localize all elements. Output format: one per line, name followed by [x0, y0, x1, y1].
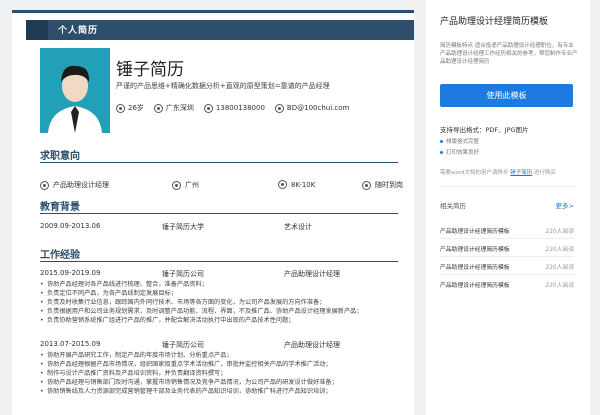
resume-header-label: 个人简历	[58, 26, 99, 36]
header-tab	[26, 20, 48, 40]
word-doc-hint: 需要word文档的用户请移步 锤子简历 进行购买	[440, 168, 556, 176]
job-role: 产品助理设计经理	[284, 270, 340, 278]
work-title: 工作经验	[40, 250, 80, 261]
resume-name: 锤子简历	[116, 60, 184, 80]
person-icon	[48, 65, 102, 133]
list-item: 协助产品经理与销售部门及时沟通，掌握市场销售情况及竞争产品情况，为公司产品的研发…	[40, 378, 400, 387]
section-divider	[40, 213, 398, 214]
job-company: 锤子简历公司	[162, 270, 204, 278]
hint-prefix: 需要word文档的用户请移步	[440, 170, 509, 176]
list-item: 制作与设计产品推广资料及产品培训资料，并负责翻译资料撰写；	[40, 369, 400, 378]
phone-item: 13800138000	[203, 103, 265, 113]
related-item-views: 220人阅读	[545, 229, 574, 235]
job-bullets: 协助产品经理对各产品线进行梳理、整合，准备产品资料； 负责定位不同产品，为各产品…	[40, 280, 400, 325]
location-text: 广东深圳	[165, 104, 194, 112]
sidebar-divider	[440, 186, 576, 187]
resume-header-bar: 个人简历	[26, 20, 414, 40]
job-role: 产品助理设计经理	[284, 341, 340, 349]
intent-city: 广州	[172, 180, 199, 190]
job-period: 2013.07-2015.09	[40, 340, 101, 348]
resume-preview: 个人简历 锤子简历 严谨的产品思维+精确化数据分析+直观的原型策划=靠谱的产品经…	[12, 10, 414, 415]
intent-salary: 8K-10K	[278, 180, 315, 189]
template-title: 产品助理设计经理简历模板	[440, 17, 549, 27]
related-item[interactable]: 产品助理设计经理简历模板 220人阅读	[440, 226, 574, 235]
related-item-title: 产品助理设计经理简历模板	[440, 283, 510, 289]
list-divider	[440, 256, 574, 257]
intent-position-text: 产品助理设计经理	[53, 181, 109, 189]
location-icon	[153, 103, 163, 113]
location-item: 广东深圳	[153, 103, 194, 113]
list-divider	[440, 238, 574, 239]
related-item[interactable]: 产品助理设计经理简历模板 220人阅读	[440, 262, 574, 271]
list-item: 协助产品经理根据产品市场情况，组织国家级重点学术活动推广，审批并监控相关产品的学…	[40, 360, 400, 369]
job-company: 锤子简历公司	[162, 341, 204, 349]
intent-city-text: 广州	[185, 181, 199, 189]
feature-item: 排版格式完整	[440, 137, 479, 145]
phone-text: 13800138000	[215, 104, 265, 112]
phone-icon	[203, 103, 213, 113]
email-icon	[274, 103, 284, 113]
contact-info-row: 26岁 广东深圳 13800138000 BD@100chui.com	[116, 103, 349, 113]
avatar	[40, 48, 110, 133]
person-icon	[116, 103, 125, 113]
bullet-dot-icon	[440, 139, 443, 143]
location-icon	[172, 180, 181, 190]
template-description: 简历模板特点 适合投递产品助理设计经理职位，有专业产品助理设计经理工作经历相关的…	[440, 43, 578, 65]
related-item-title: 产品助理设计经理简历模板	[440, 229, 510, 235]
hint-link[interactable]: 锤子简历	[510, 170, 532, 176]
intent-position: 产品助理设计经理	[40, 180, 109, 190]
related-item[interactable]: 产品助理设计经理简历模板 220人阅读	[440, 280, 574, 289]
related-item-views: 220人阅读	[545, 265, 574, 271]
education-period: 2009.09-2013.06	[40, 222, 101, 230]
related-header: 相关简历 更多>	[440, 200, 574, 210]
briefcase-icon	[40, 180, 49, 190]
related-title: 相关简历	[440, 202, 466, 210]
hint-suffix: 进行购买	[534, 170, 557, 176]
clock-icon	[362, 180, 371, 190]
bullet-dot-icon	[440, 150, 443, 154]
salary-icon	[278, 180, 287, 189]
resume-tagline: 严谨的产品思维+精确化数据分析+直观的原型策划=靠谱的产品经理	[116, 82, 330, 90]
feature-text: 排版格式完整	[446, 139, 480, 145]
intent-availability: 随时到岗	[362, 180, 403, 190]
related-item-views: 220人阅读	[545, 283, 574, 289]
related-item-views: 220人阅读	[545, 247, 574, 253]
job-period: 2015.09-2019.09	[40, 269, 101, 277]
list-item: 负责及时收集行业信息，跟踪国内外同行技术、市场等各方面的变化，为公司产品发展的方…	[40, 298, 400, 307]
section-divider	[40, 261, 398, 262]
education-major: 艺术设计	[284, 223, 312, 231]
job-bullets: 协助开展产品研究工作，制定产品的年度市场计划、分析重点产品； 协助产品经理根据产…	[40, 351, 400, 396]
template-sidebar: 产品助理设计经理简历模板 简历模板特点 适合投递产品助理设计经理职位，有专业产品…	[426, 0, 590, 415]
section-divider	[40, 162, 398, 163]
intent-availability-text: 随时到岗	[375, 181, 403, 189]
list-item: 负责根据用户和公司业务规划需求，及时调整产品功能、流程、界面，不及推广品、协助产…	[40, 307, 400, 316]
age-item: 26岁	[116, 103, 144, 113]
top-accent-line	[12, 10, 414, 13]
education-title: 教育背景	[40, 202, 80, 213]
email-text: BD@100chui.com	[286, 104, 350, 112]
list-divider	[440, 274, 574, 275]
list-item: 协助开展产品研究工作，制定产品的年度市场计划、分析重点产品；	[40, 351, 400, 360]
related-item[interactable]: 产品助理设计经理简历模板 220人阅读	[440, 244, 574, 253]
age-text: 26岁	[128, 104, 144, 112]
list-item: 负责协助营销系统推广组进行产品的推广，并配合解决活动执行中出现的产品技术性问题；	[40, 316, 400, 325]
use-template-button[interactable]: 使用此模板	[440, 84, 573, 107]
feature-text: 打印效果良好	[446, 150, 480, 156]
intent-title: 求职意向	[40, 151, 80, 162]
list-item: 负责定位不同产品，为各产品线制定发展目标；	[40, 289, 400, 298]
intent-salary-text: 8K-10K	[291, 180, 316, 189]
more-link[interactable]: 更多>	[556, 200, 574, 210]
related-item-title: 产品助理设计经理简历模板	[440, 265, 510, 271]
feature-item: 打印效果良好	[440, 148, 479, 156]
list-item: 协助产品经理对各产品线进行梳理、整合，准备产品资料；	[40, 280, 400, 289]
list-item: 协助销售线及人力资源部完成营销管理干部及业务代表的产品知识培训，协助推广科进行产…	[40, 387, 400, 396]
email-item: BD@100chui.com	[274, 103, 350, 113]
related-item-title: 产品助理设计经理简历模板	[440, 247, 510, 253]
education-school: 锤子简历大学	[162, 223, 204, 231]
export-formats: 支持导出格式：PDF、JPG图片	[440, 126, 529, 134]
